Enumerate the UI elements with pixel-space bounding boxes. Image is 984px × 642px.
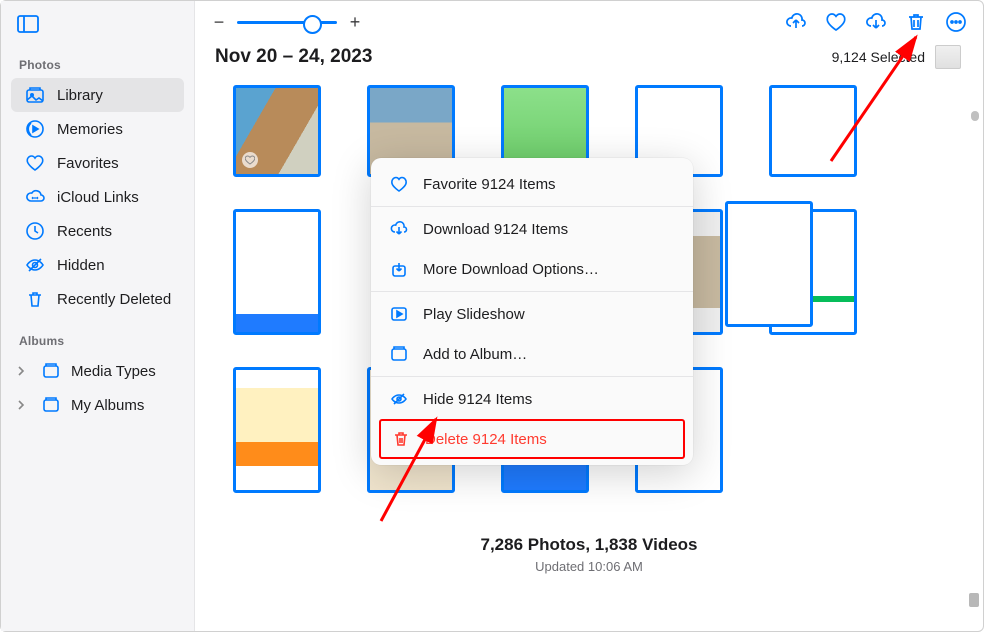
heart-icon bbox=[25, 153, 45, 173]
context-item-label: Add to Album… bbox=[423, 346, 527, 363]
eye-slash-icon bbox=[389, 389, 409, 409]
context-item-slideshow[interactable]: Play Slideshow bbox=[371, 294, 693, 334]
summary-updated: Updated 10:06 AM bbox=[233, 559, 945, 574]
clock-icon bbox=[25, 221, 45, 241]
photo-thumb[interactable] bbox=[233, 367, 321, 493]
summary-counts: 7,286 Photos, 1,838 Videos bbox=[233, 535, 945, 555]
play-icon bbox=[389, 304, 409, 324]
photo-thumb[interactable] bbox=[233, 85, 321, 177]
sidebar-item-icloud-links[interactable]: iCloud Links bbox=[11, 180, 184, 214]
download-cloud-icon bbox=[389, 219, 409, 239]
selection-count-text: 9,124 Selected bbox=[832, 49, 925, 65]
context-item-delete[interactable]: Delete 9124 Items bbox=[379, 419, 685, 459]
context-item-label: More Download Options… bbox=[423, 261, 599, 278]
photo-thumb[interactable] bbox=[725, 201, 813, 327]
favorite-badge-icon bbox=[242, 152, 258, 168]
sidebar-item-favorites[interactable]: Favorites bbox=[11, 146, 184, 180]
sidebar-section-albums: Albums bbox=[11, 330, 184, 354]
context-item-label: Hide 9124 Items bbox=[423, 391, 532, 408]
scrollbar[interactable] bbox=[969, 593, 979, 607]
context-item-label: Download 9124 Items bbox=[423, 221, 568, 238]
eye-slash-icon bbox=[25, 255, 45, 275]
content-header: Nov 20 – 24, 2023 9,124 Selected bbox=[195, 37, 983, 77]
context-item-label: Delete 9124 Items bbox=[425, 431, 547, 448]
sidebar-item-media-types[interactable]: Media Types bbox=[11, 354, 184, 388]
sidebar-item-recently-deleted[interactable]: Recently Deleted bbox=[11, 282, 184, 316]
sidebar-item-memories[interactable]: Memories bbox=[11, 112, 184, 146]
memories-icon bbox=[25, 119, 45, 139]
sidebar-item-label: Recently Deleted bbox=[57, 291, 171, 308]
date-range-title: Nov 20 – 24, 2023 bbox=[215, 46, 372, 68]
toolbar: − + bbox=[195, 1, 983, 37]
context-item-favorite[interactable]: Favorite 9124 Items bbox=[371, 164, 693, 204]
sidebar-item-label: My Albums bbox=[71, 397, 144, 414]
context-item-hide[interactable]: Hide 9124 Items bbox=[371, 379, 693, 419]
cloud-link-icon bbox=[25, 187, 45, 207]
zoom-out-button[interactable]: − bbox=[211, 12, 227, 33]
heart-icon[interactable] bbox=[825, 11, 847, 33]
context-item-label: Play Slideshow bbox=[423, 306, 525, 323]
sidebar-item-label: Favorites bbox=[57, 155, 119, 172]
sidebar-item-library[interactable]: Library bbox=[11, 78, 184, 112]
library-summary: 7,286 Photos, 1,838 Videos Updated 10:06… bbox=[233, 525, 945, 592]
sidebar-item-label: Memories bbox=[57, 121, 123, 138]
sidebar-item-label: iCloud Links bbox=[57, 189, 139, 206]
photo-thumb[interactable] bbox=[233, 209, 321, 335]
upload-cloud-icon[interactable] bbox=[785, 11, 807, 33]
context-item-label: Favorite 9124 Items bbox=[423, 176, 556, 193]
sidebar-item-label: Recents bbox=[57, 223, 112, 240]
context-item-more-download[interactable]: More Download Options… bbox=[371, 249, 693, 289]
chevron-right-icon bbox=[17, 400, 31, 410]
sidebar-item-hidden[interactable]: Hidden bbox=[11, 248, 184, 282]
trash-icon bbox=[25, 289, 45, 309]
toolbar-actions bbox=[785, 11, 967, 33]
context-item-add-album[interactable]: Add to Album… bbox=[371, 334, 693, 374]
library-icon bbox=[25, 85, 45, 105]
scrollbar[interactable] bbox=[971, 111, 979, 121]
context-item-download[interactable]: Download 9124 Items bbox=[371, 209, 693, 249]
selection-count: 9,124 Selected bbox=[832, 45, 961, 69]
selection-preview-thumb bbox=[935, 45, 961, 69]
photo-thumb[interactable] bbox=[769, 85, 857, 177]
trash-icon bbox=[391, 429, 411, 449]
context-menu: Favorite 9124 Items Download 9124 Items … bbox=[371, 158, 693, 465]
album-icon bbox=[41, 395, 61, 415]
photos-app-window: Photos Library Memories Favorites iCloud… bbox=[0, 0, 984, 632]
download-cloud-icon[interactable] bbox=[865, 11, 887, 33]
trash-icon[interactable] bbox=[905, 11, 927, 33]
sidebar-toggle-icon[interactable] bbox=[11, 15, 184, 36]
sidebar-item-recents[interactable]: Recents bbox=[11, 214, 184, 248]
zoom-control: − + bbox=[211, 12, 363, 33]
more-icon[interactable] bbox=[945, 11, 967, 33]
heart-icon bbox=[389, 174, 409, 194]
sidebar-item-label: Hidden bbox=[57, 257, 105, 274]
zoom-slider[interactable] bbox=[237, 21, 337, 24]
album-add-icon bbox=[389, 344, 409, 364]
sidebar: Photos Library Memories Favorites iCloud… bbox=[1, 1, 195, 631]
sidebar-item-my-albums[interactable]: My Albums bbox=[11, 388, 184, 422]
download-box-icon bbox=[389, 259, 409, 279]
sidebar-section-photos: Photos bbox=[11, 54, 184, 78]
sidebar-item-label: Media Types bbox=[71, 363, 156, 380]
sidebar-item-label: Library bbox=[57, 87, 103, 104]
zoom-in-button[interactable]: + bbox=[347, 12, 363, 33]
chevron-right-icon bbox=[17, 366, 31, 376]
album-icon bbox=[41, 361, 61, 381]
